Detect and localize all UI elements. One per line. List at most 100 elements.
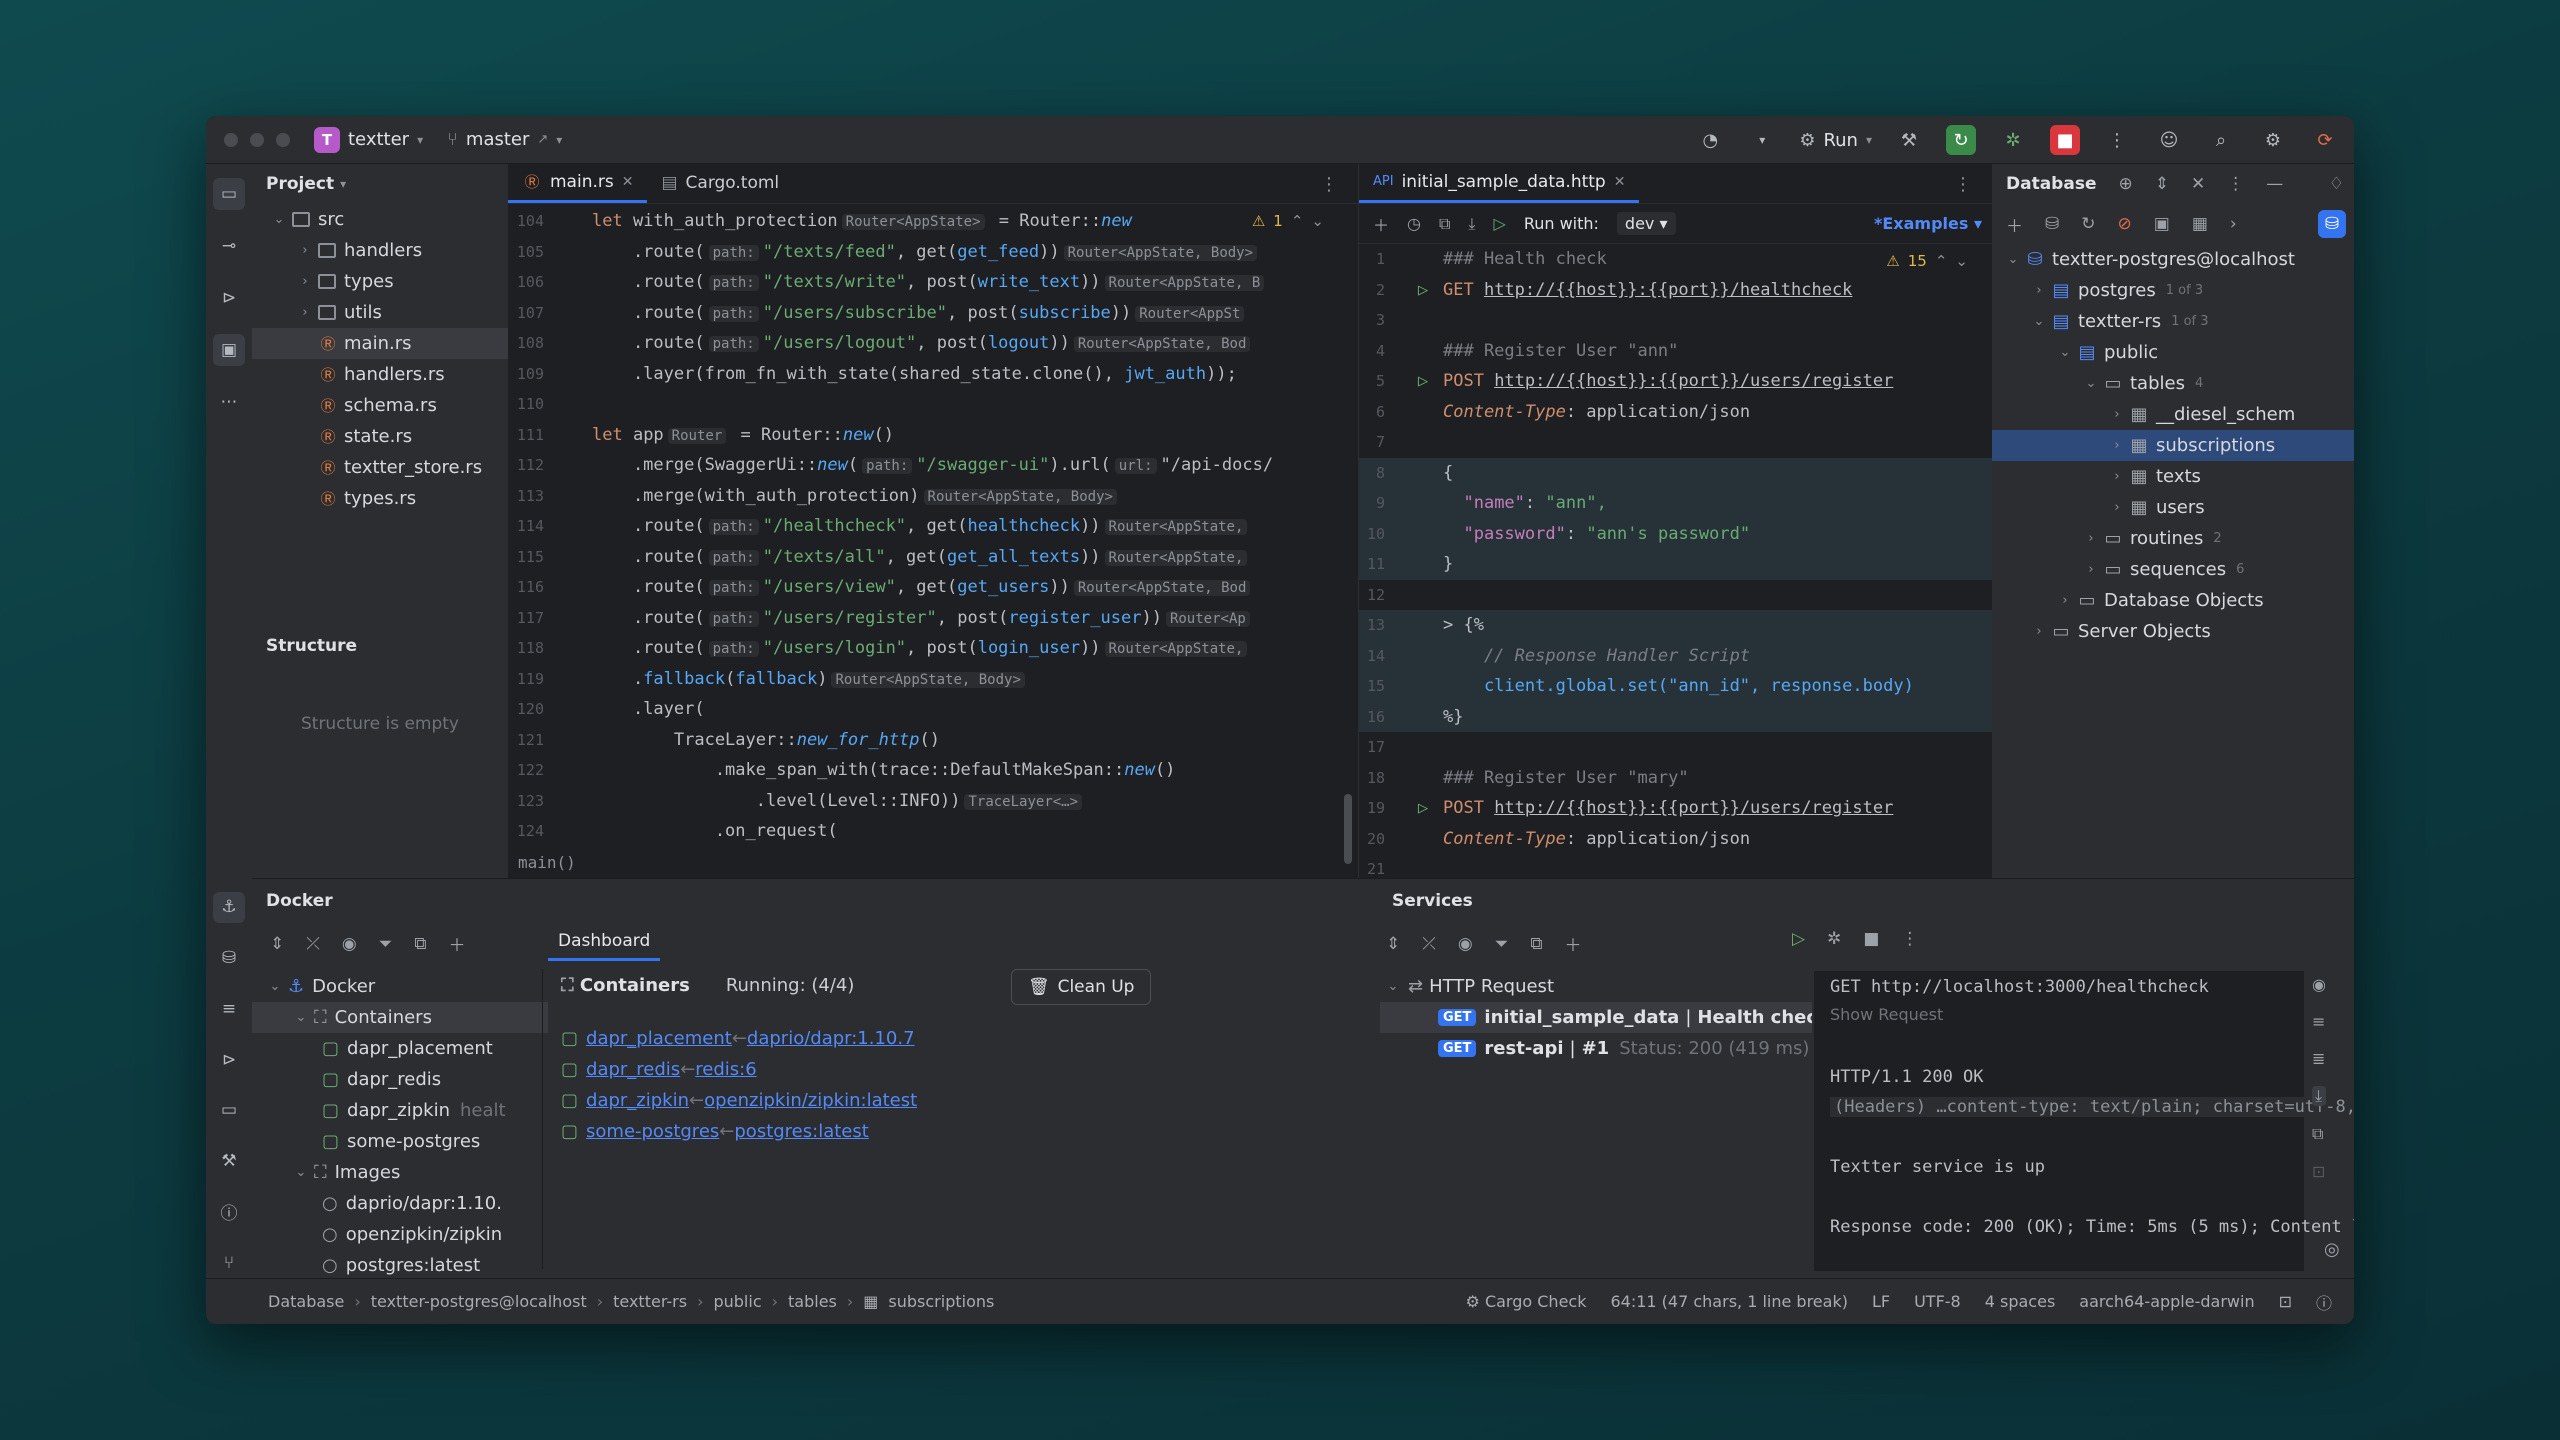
rerun-icon[interactable]: ↻ [1946,125,1976,155]
more-horizontal-icon[interactable]: ⋯ [213,386,245,418]
database-sidebar-icon[interactable]: ⛁ [2318,210,2346,238]
docker-tree-item[interactable]: ⌄ ⛶ Containers [252,1002,548,1033]
file-encoding[interactable]: UTF-8 [1914,1292,1961,1311]
target-triple[interactable]: aarch64-apple-darwin [2079,1292,2254,1311]
close-icon[interactable]: ✕ [622,174,634,190]
container-image-link[interactable]: redis:6 [695,1059,756,1080]
tab-initial-sample-data[interactable]: API initial_sample_data.http ✕ [1359,163,1640,203]
cargo-check-widget[interactable]: ⚙ Cargo Check [1466,1292,1587,1311]
minimize-window-button[interactable] [250,132,264,147]
add-icon[interactable]: ＋ [1373,212,1389,236]
tree-item[interactable]: Ⓡtypes.rs [252,483,508,514]
lock-icon[interactable]: ⊡ [2279,1292,2292,1311]
show-request-link[interactable]: Show Request [1830,1005,1943,1024]
collapse-all-icon[interactable]: ⤫ [1422,934,1436,954]
tree-item[interactable]: Ⓡmain.rs [252,328,508,359]
more-vertical-icon[interactable]: ⋮ [1954,174,1972,195]
close-icon[interactable]: ✕ [1614,174,1626,190]
tab-dashboard[interactable]: Dashboard [548,923,661,961]
eye-icon[interactable]: ◉ [2312,975,2326,994]
search-icon[interactable]: ⌕ [2206,125,2236,155]
disconnect-icon[interactable]: ⊘ [2118,214,2132,234]
breadcrumb-item[interactable]: textter-rs [613,1292,687,1311]
tree-item[interactable]: Ⓡtextter_store.rs [252,452,508,483]
examples-dropdown[interactable]: *Examples ▾ [1874,214,1982,233]
expand-icon[interactable]: ⇕ [2155,174,2169,194]
problems-icon[interactable]: ⓘ [213,1197,245,1228]
database-icon[interactable]: ⛁ [213,943,245,974]
db-tree-item[interactable]: ⌄ ⛁ textter-postgres@localhost [1992,244,2354,275]
stop-icon[interactable]: ■ [2050,125,2080,155]
close-window-button[interactable] [224,132,238,147]
run-request-icon[interactable]: ▷ [1403,371,1443,391]
eye-icon[interactable]: ◉ [1458,934,1473,954]
code-breadcrumb[interactable]: main() [518,853,576,872]
todo-list-icon[interactable]: ≡ [213,994,245,1025]
tree-item[interactable]: Ⓡstate.rs [252,421,508,452]
arrow-right-icon[interactable]: › [2230,214,2237,234]
request-url[interactable]: http://{{host}}:{{port}}/users/register [1494,371,1893,391]
db-tree-item[interactable]: › ▦ subscriptions [1992,430,2354,461]
more-vertical-icon[interactable]: ⋮ [2102,125,2132,155]
branch-switcher[interactable]: ⑂ master ↗ ▾ [447,129,562,150]
collapse-all-icon[interactable]: ⤫ [306,934,320,954]
copy-icon[interactable]: ⧉ [1439,214,1450,234]
tab-main-rs[interactable]: Ⓡ main.rs ✕ [508,163,648,203]
expand-all-icon[interactable]: ⇕ [270,934,284,954]
structure-icon[interactable]: ▣ [213,334,245,366]
build-hammer-icon[interactable]: ⚒ [213,1146,245,1177]
settings-circle-icon[interactable]: ◎ [2324,1239,2340,1260]
docker-tree-item[interactable]: ○ daprio/dapr:1.10. [252,1188,548,1219]
pull-request-icon[interactable]: ⊳ [213,282,245,314]
docker-tree-item[interactable]: ▢ dapr_zipkin healt [252,1095,548,1126]
http-code-area[interactable]: 1 ### Health check 2 ▷ GET http://{{host}}:{… [1359,244,1992,885]
expand-all-icon[interactable]: ⇕ [1386,934,1400,954]
project-panel-header[interactable]: Project ▾ [252,164,508,204]
tree-item[interactable]: Ⓡhandlers.rs [252,359,508,390]
line-separator[interactable]: LF [1872,1292,1890,1311]
eye-icon[interactable]: ◉ [342,934,357,954]
container-image-link[interactable]: postgres:latest [734,1121,868,1142]
docker-icon[interactable]: ⚓ [213,892,245,923]
db-tree-item[interactable]: ⌄ ▤ public [1992,337,2354,368]
cursor-position[interactable]: 64:11 (47 chars, 1 line break) [1610,1292,1847,1311]
indent-setting[interactable]: 4 spaces [1985,1292,2056,1311]
more-vertical-icon[interactable]: ⋮ [2227,174,2244,194]
ai-assistant-icon[interactable]: ◔ [1695,125,1725,155]
history-clock-icon[interactable]: ◷ [1407,214,1421,233]
docker-tree-item[interactable]: ▢ dapr_placement [252,1033,548,1064]
environment-select[interactable]: dev ▾ [1616,212,1676,235]
clear-icon[interactable]: ⊡ [2312,1162,2326,1181]
refresh-icon[interactable]: ↻ [2081,214,2095,234]
add-icon[interactable]: ＋ [448,931,465,956]
copy-icon[interactable]: ⧉ [2312,1124,2326,1144]
service-request-row[interactable]: GET rest-api | #1 Status: 200 (419 ms) [1380,1033,1812,1064]
editor-scrollbar[interactable] [1344,794,1352,864]
import-icon[interactable]: ⤓ [1468,214,1475,234]
db-tree-item[interactable]: › ▦ __diesel_schem [1992,399,2354,430]
docker-tree-item[interactable]: ○ postgres:latest [252,1250,548,1281]
http-request-group[interactable]: ⌄ ⇄ HTTP Request [1380,971,1812,1002]
tree-item[interactable]: Ⓡschema.rs [252,390,508,421]
request-url[interactable]: http://{{host}}:{{port}}/healthcheck [1484,280,1852,300]
db-tree-item[interactable]: › ▭ routines 2 [1992,523,2354,554]
run-request-icon[interactable]: ▷ [1403,280,1443,300]
tree-item[interactable]: ⌄ src [252,204,508,235]
scroll-end-icon[interactable]: ⤓ [2312,1086,2326,1106]
service-request-row[interactable]: GET initial_sample_data | Health check [1380,1002,1812,1033]
container-name-link[interactable]: dapr_redis [586,1059,680,1080]
response-headers-fold[interactable]: (Headers) …content-type: text/plain; cha… [1830,1097,2354,1117]
user-icon[interactable]: ☺ [2154,125,2184,155]
terminal-icon[interactable]: ▭ [213,1095,245,1126]
breadcrumb-item[interactable]: public [713,1292,761,1311]
collapse-icon[interactable]: ✕ [2191,174,2205,194]
db-tree-item[interactable]: ⌄ ▭ tables 4 [1992,368,2354,399]
run-config-button[interactable]: ⚙ Run ▾ [1799,130,1872,151]
db-tree-item[interactable]: › ▭ sequences 6 [1992,554,2354,585]
breadcrumb-item[interactable]: tables [788,1292,837,1311]
run-all-icon[interactable]: ▷ [1494,214,1506,233]
commit-icon[interactable]: ⊸ [213,230,245,262]
docker-tree-item[interactable]: ⌄ ⚓ Docker [252,971,548,1002]
add-icon[interactable]: ＋ [1564,931,1581,956]
new-tab-icon[interactable]: ⧉ [414,934,426,954]
